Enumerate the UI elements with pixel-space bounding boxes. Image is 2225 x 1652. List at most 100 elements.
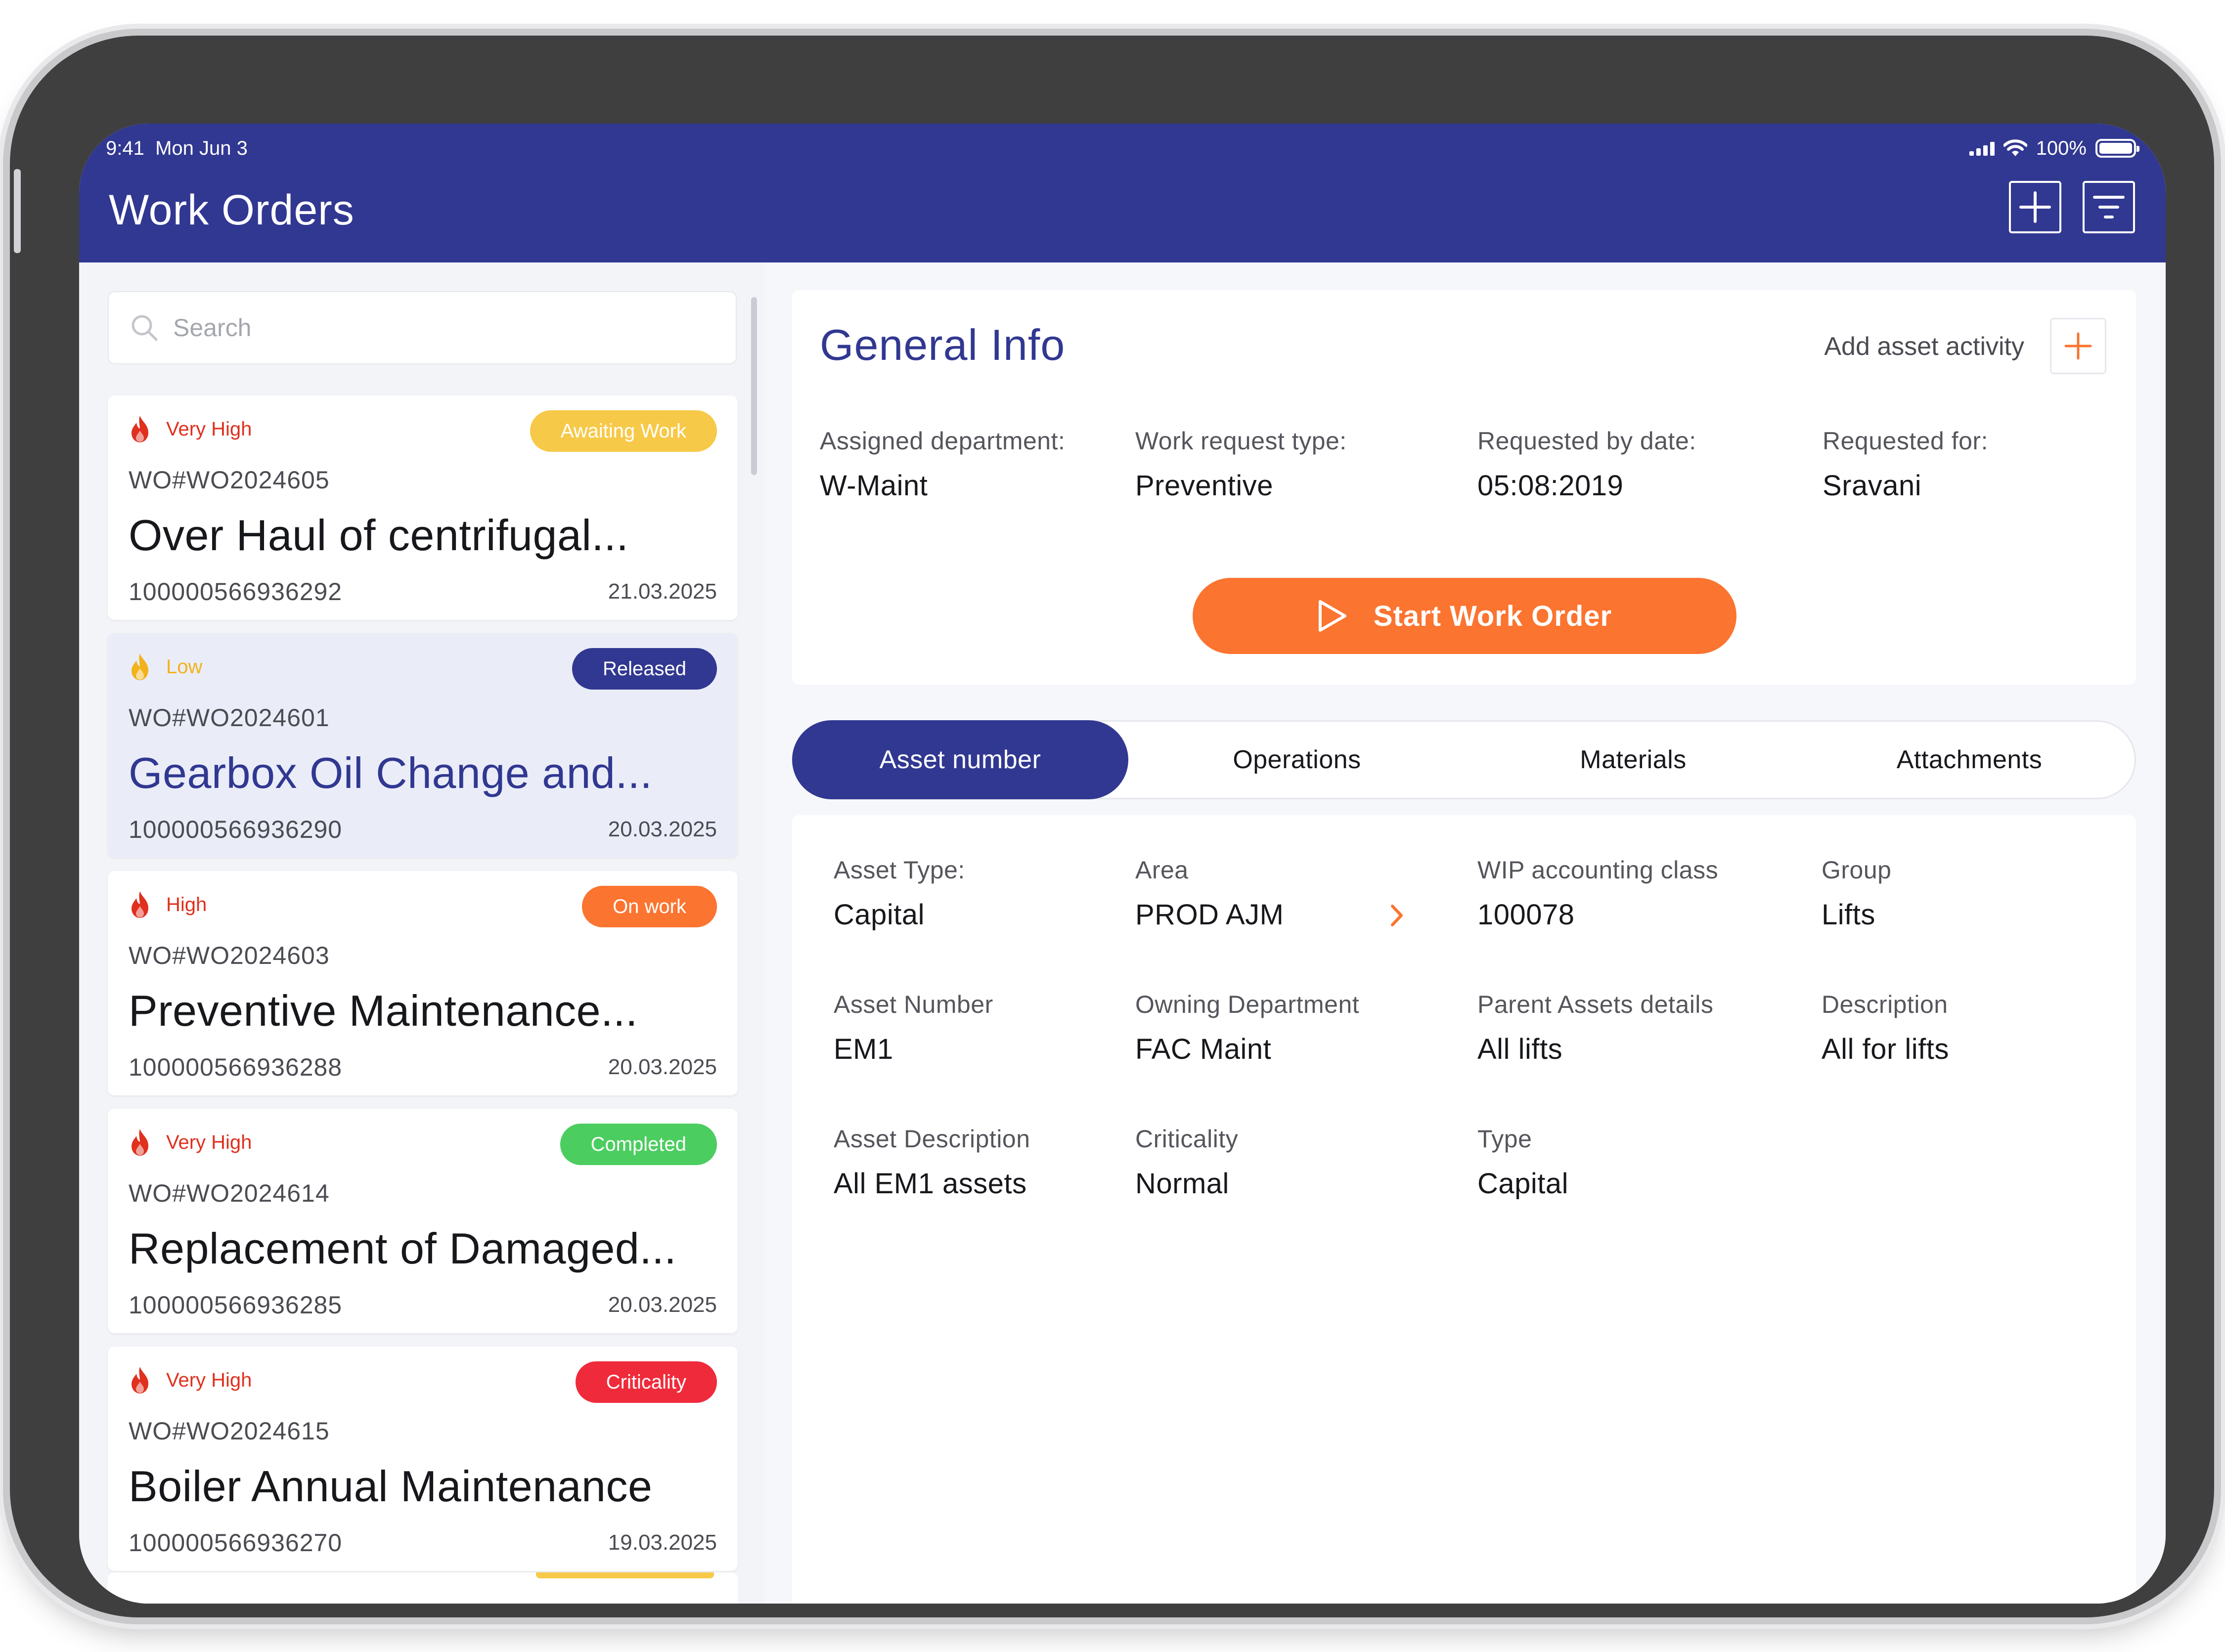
status-indicators: 100% [1969,130,2139,166]
status-badge: Released [572,648,717,690]
criticality-value: Normal [1135,1168,1229,1200]
tab-asset-number[interactable]: Asset number [792,720,1128,799]
type-label: Type [1477,1125,1532,1153]
type-value: Capital [1477,1168,1569,1200]
priority-label: Very High [166,1369,252,1391]
work-order-card[interactable]: Very High Criticality WO#WO2024615 Boiler A… [108,1347,738,1571]
plus-icon [2064,332,2092,360]
priority-label: High [166,893,207,915]
asset-number-value: EM1 [834,1033,893,1065]
tab-attachments[interactable]: Attachments [1801,720,2137,799]
status-badge: Completed [560,1124,717,1165]
battery-percent: 100% [2036,137,2087,159]
list-scrollbar[interactable] [751,297,757,475]
work-order-number: 100000566936292 [129,578,343,606]
wip-accounting-class-value: 100078 [1477,899,1575,931]
parent-assets-details-value: All lifts [1477,1033,1563,1065]
criticality-label: Criticality [1135,1125,1239,1153]
asset-type-label: Asset Type: [834,856,965,884]
app-header: 9:41 Mon Jun 3 100% Work Orders [79,124,2166,262]
assigned-department-value: W-Maint [820,470,928,502]
work-order-id: WO#WO2024603 [129,942,330,969]
work-order-date: 20.03.2025 [608,1055,717,1079]
screen: 9:41 Mon Jun 3 100% Work Orders Search V… [79,124,2166,1604]
group-label: Group [1822,856,1892,884]
flame-icon [132,1367,148,1393]
assigned-department-label: Assigned department: [820,427,1066,455]
work-order-card[interactable]: High On work WO#WO2024603 Preventive Mainte… [108,871,738,1095]
chevron-right-icon[interactable] [1389,903,1404,928]
work-order-title: Gearbox Oil Change and... [129,748,653,797]
priority-indicator: Low [129,652,202,682]
work-order-id: WO#WO2024615 [129,1417,330,1445]
flame-icon [132,416,148,442]
tab-operations[interactable]: Operations [1129,720,1465,799]
work-order-detail-panel: General Info Add asset activity Assigned… [764,262,2166,1604]
start-work-order-button[interactable]: Start Work Order [1193,578,1736,654]
work-order-number: 100000566936290 [129,816,343,843]
add-asset-activity-label[interactable]: Add asset activity [1824,332,2024,361]
work-order-number: 100000566936288 [129,1053,343,1081]
page-title: Work Orders [109,186,355,234]
work-order-card[interactable]: Very High Awaiting Work WO#WO2024605 Over H… [108,395,738,620]
work-order-date: 20.03.2025 [608,1293,717,1317]
search-input[interactable] [172,313,668,343]
tab-materials[interactable]: Materials [1465,720,1801,799]
owning-department-value: FAC Maint [1135,1033,1272,1065]
status-badge: Criticality [575,1361,717,1403]
description-label: Description [1822,991,1948,1018]
requested-for-value: Sravani [1823,470,1922,502]
work-order-title: Preventive Maintenance... [129,986,638,1035]
asset-type-value: Capital [834,899,925,931]
area-value[interactable]: PROD AJM [1135,898,1284,931]
priority-indicator: Very High [129,1128,252,1157]
tablet-frame: 9:41 Mon Jun 3 100% Work Orders Search V… [10,36,2214,1617]
search-icon [132,315,158,341]
wifi-icon [2003,139,2027,156]
add-work-order-button[interactable] [2009,181,2061,233]
flame-icon [132,1129,148,1156]
filter-button[interactable] [2083,181,2135,233]
status-badge: Awaiting Work [530,410,717,452]
work-order-date: 20.03.2025 [608,817,717,841]
volume-down-button [267,26,341,35]
work-request-type-label: Work request type: [1135,427,1347,455]
priority-indicator: High [129,890,207,919]
parent-assets-details-label: Parent Assets details [1477,991,1714,1018]
work-order-title: Replacement of Damaged... [129,1224,677,1273]
work-order-id: WO#WO2024614 [129,1179,330,1207]
requested-by-date-value: 05:08:2019 [1477,470,1624,502]
requested-for-label: Requested for: [1823,427,1988,455]
work-order-id: WO#WO2024605 [129,466,330,494]
area-label: Area [1135,856,1189,884]
list-item-partial[interactable] [108,1572,738,1604]
volume-up-button [178,26,252,35]
add-asset-activity-button[interactable] [2050,318,2106,374]
work-order-card[interactable]: Very High Completed WO#WO2024614 Replacemen… [108,1109,738,1333]
requested-by-date-label: Requested by date: [1477,427,1696,455]
priority-indicator: Very High [129,414,252,444]
work-order-date: 21.03.2025 [608,579,717,604]
work-order-card[interactable]: Low Released WO#WO2024601 Gearbox Oil Chang… [108,633,738,858]
description-value: All for lifts [1822,1033,1949,1065]
search-bar[interactable] [108,291,737,364]
wip-accounting-class-label: WIP accounting class [1477,856,1719,884]
status-badge-partial [536,1572,714,1578]
power-button [14,169,21,253]
group-value: Lifts [1822,899,1875,931]
priority-indicator: Very High [129,1365,252,1395]
flame-icon [132,891,148,918]
work-order-list-panel: Very High Awaiting Work WO#WO2024605 Over H… [79,262,764,1604]
general-info-card: General Info Add asset activity Assigned… [792,290,2136,685]
asset-details-card: Asset Type: Capital Area PROD AJM WIP ac… [792,815,2136,1604]
priority-label: Very High [166,1131,252,1153]
section-title: General Info [820,320,1066,369]
status-time: 9:41 Mon Jun 3 [106,137,248,159]
filter-icon [2093,196,2125,218]
asset-description-value: All EM1 assets [834,1168,1027,1200]
work-order-title: Boiler Annual Maintenance [129,1462,653,1511]
work-order-number: 100000566936285 [129,1291,343,1319]
flame-icon [132,653,148,680]
work-order-number: 100000566936270 [129,1529,343,1557]
priority-label: Very High [166,418,252,440]
